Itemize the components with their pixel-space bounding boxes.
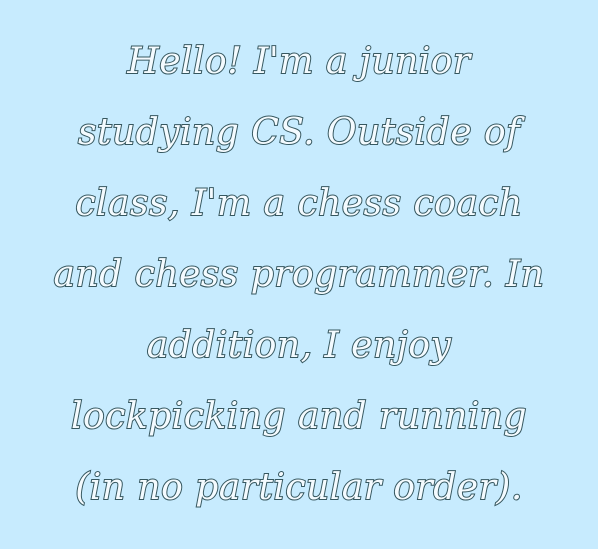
bio-line-7: (in no particular order). <box>74 466 523 509</box>
bio-line-6: lockpicking and running <box>70 395 528 438</box>
bio-line-3: class, I'm a chess coach <box>74 182 523 225</box>
bio-text: Hello! I'm a junior studying CS. Outside… <box>19 26 579 523</box>
bio-line-5: addition, I enjoy <box>146 324 452 367</box>
bio-line-1: Hello! I'm a junior <box>126 40 471 83</box>
bio-card: Hello! I'm a junior studying CS. Outside… <box>0 0 598 549</box>
bio-line-2: studying CS. Outside of <box>77 111 520 154</box>
bio-line-4: and chess programmer. In <box>53 253 545 296</box>
